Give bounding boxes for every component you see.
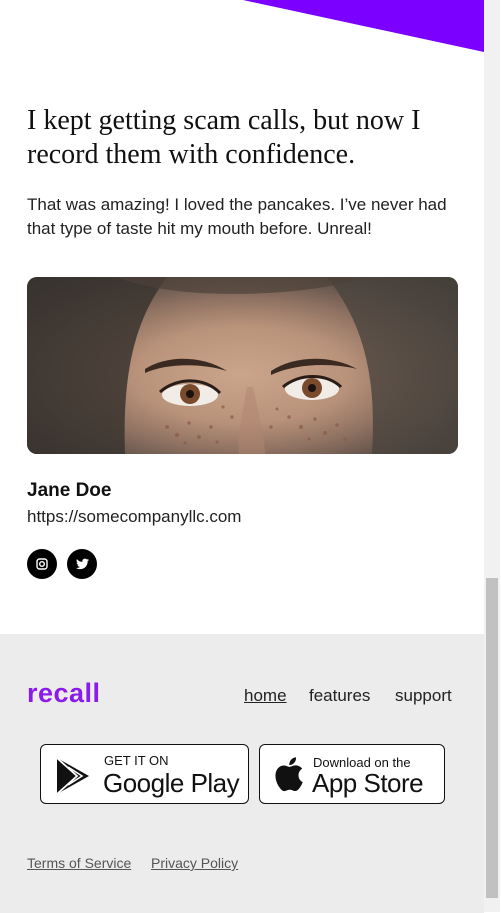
scrollbar-thumb[interactable] xyxy=(486,578,498,898)
twitter-button[interactable] xyxy=(67,549,97,579)
author-url[interactable]: https://somecompanyllc.com xyxy=(27,507,241,527)
google-play-label: Google Play xyxy=(103,768,240,798)
footer: recall home features support GET IT ON G… xyxy=(0,634,484,913)
privacy-policy-link[interactable]: Privacy Policy xyxy=(151,855,238,871)
google-play-button[interactable]: GET IT ON Google Play xyxy=(40,744,249,804)
google-play-caption: GET IT ON xyxy=(104,753,169,768)
author-name: Jane Doe xyxy=(27,480,112,501)
brand-logo[interactable]: recall xyxy=(27,678,101,709)
author-photo xyxy=(27,277,458,454)
twitter-icon xyxy=(75,558,89,570)
google-play-icon xyxy=(56,757,89,795)
app-store-button[interactable]: Download on the App Store xyxy=(259,744,445,804)
instagram-icon xyxy=(36,558,48,570)
instagram-button[interactable] xyxy=(27,549,57,579)
nav-link-support[interactable]: support xyxy=(395,686,452,706)
decorative-corner-shape xyxy=(243,0,484,52)
terms-of-service-link[interactable]: Terms of Service xyxy=(27,855,131,871)
nav-link-home[interactable]: home xyxy=(244,686,287,706)
app-store-label: App Store xyxy=(312,768,424,798)
page: I kept getting scam calls, but now I rec… xyxy=(0,0,484,913)
portrait-photo xyxy=(27,277,458,454)
testimonial-body: That was amazing! I loved the pancakes. … xyxy=(27,195,447,238)
nav-link-features[interactable]: features xyxy=(309,686,370,706)
apple-icon xyxy=(275,757,303,792)
testimonial-quote: I kept getting scam calls, but now I rec… xyxy=(27,105,421,170)
